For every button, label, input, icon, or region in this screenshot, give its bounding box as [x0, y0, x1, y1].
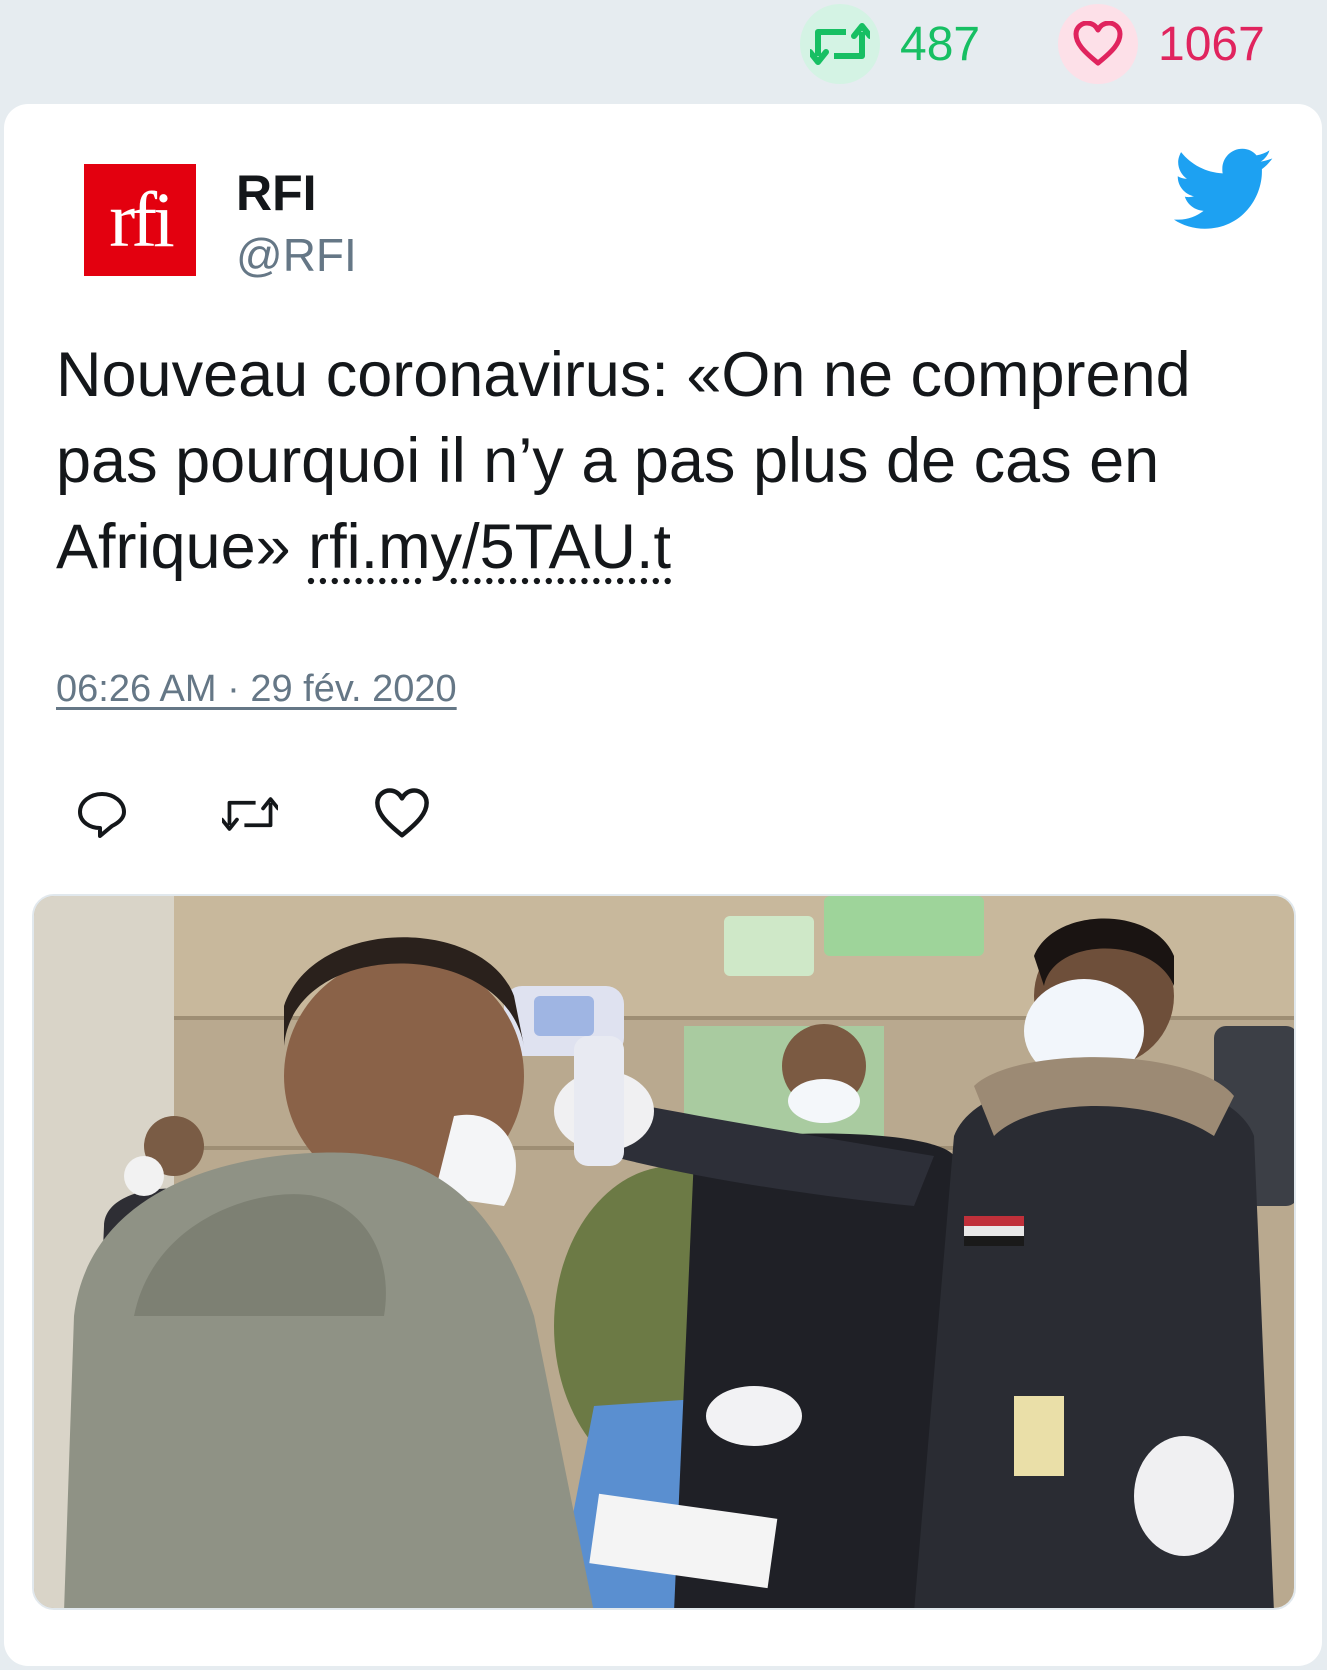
tweet-card: rfi RFI @RFI Nouveau coronavirus: «On ne… — [4, 104, 1322, 1666]
like-count: 1067 — [1158, 17, 1265, 71]
reply-icon[interactable] — [74, 786, 130, 842]
author-name[interactable]: RFI — [236, 164, 317, 222]
tweet-timestamp[interactable]: 06:26 AM · 29 fév. 2020 — [56, 668, 457, 711]
author-handle[interactable]: @RFI — [236, 228, 357, 282]
like-stat[interactable]: 1067 — [1058, 4, 1265, 84]
action-bar — [74, 786, 474, 846]
like-action-icon[interactable] — [374, 786, 430, 842]
retweet-icon[interactable] — [800, 4, 880, 84]
heart-icon[interactable] — [1058, 4, 1138, 84]
retweet-stat[interactable]: 487 — [800, 4, 980, 84]
avatar[interactable]: rfi — [78, 158, 202, 282]
retweet-count: 487 — [900, 17, 981, 71]
rfi-logo-text: rfi — [109, 176, 175, 263]
twitter-bird-icon[interactable] — [1174, 148, 1274, 232]
photo-illustration — [34, 896, 1294, 1608]
tweet-link[interactable]: rfi.my/5TAU.t — [308, 512, 671, 582]
tweet-photo[interactable] — [32, 894, 1296, 1610]
rfi-logo: rfi — [84, 164, 196, 276]
tweet-text: Nouveau coronavirus: «On ne comprend pas… — [56, 332, 1296, 590]
retweet-action-icon[interactable] — [222, 786, 278, 842]
stats-bar: 487 1067 — [0, 0, 1327, 100]
